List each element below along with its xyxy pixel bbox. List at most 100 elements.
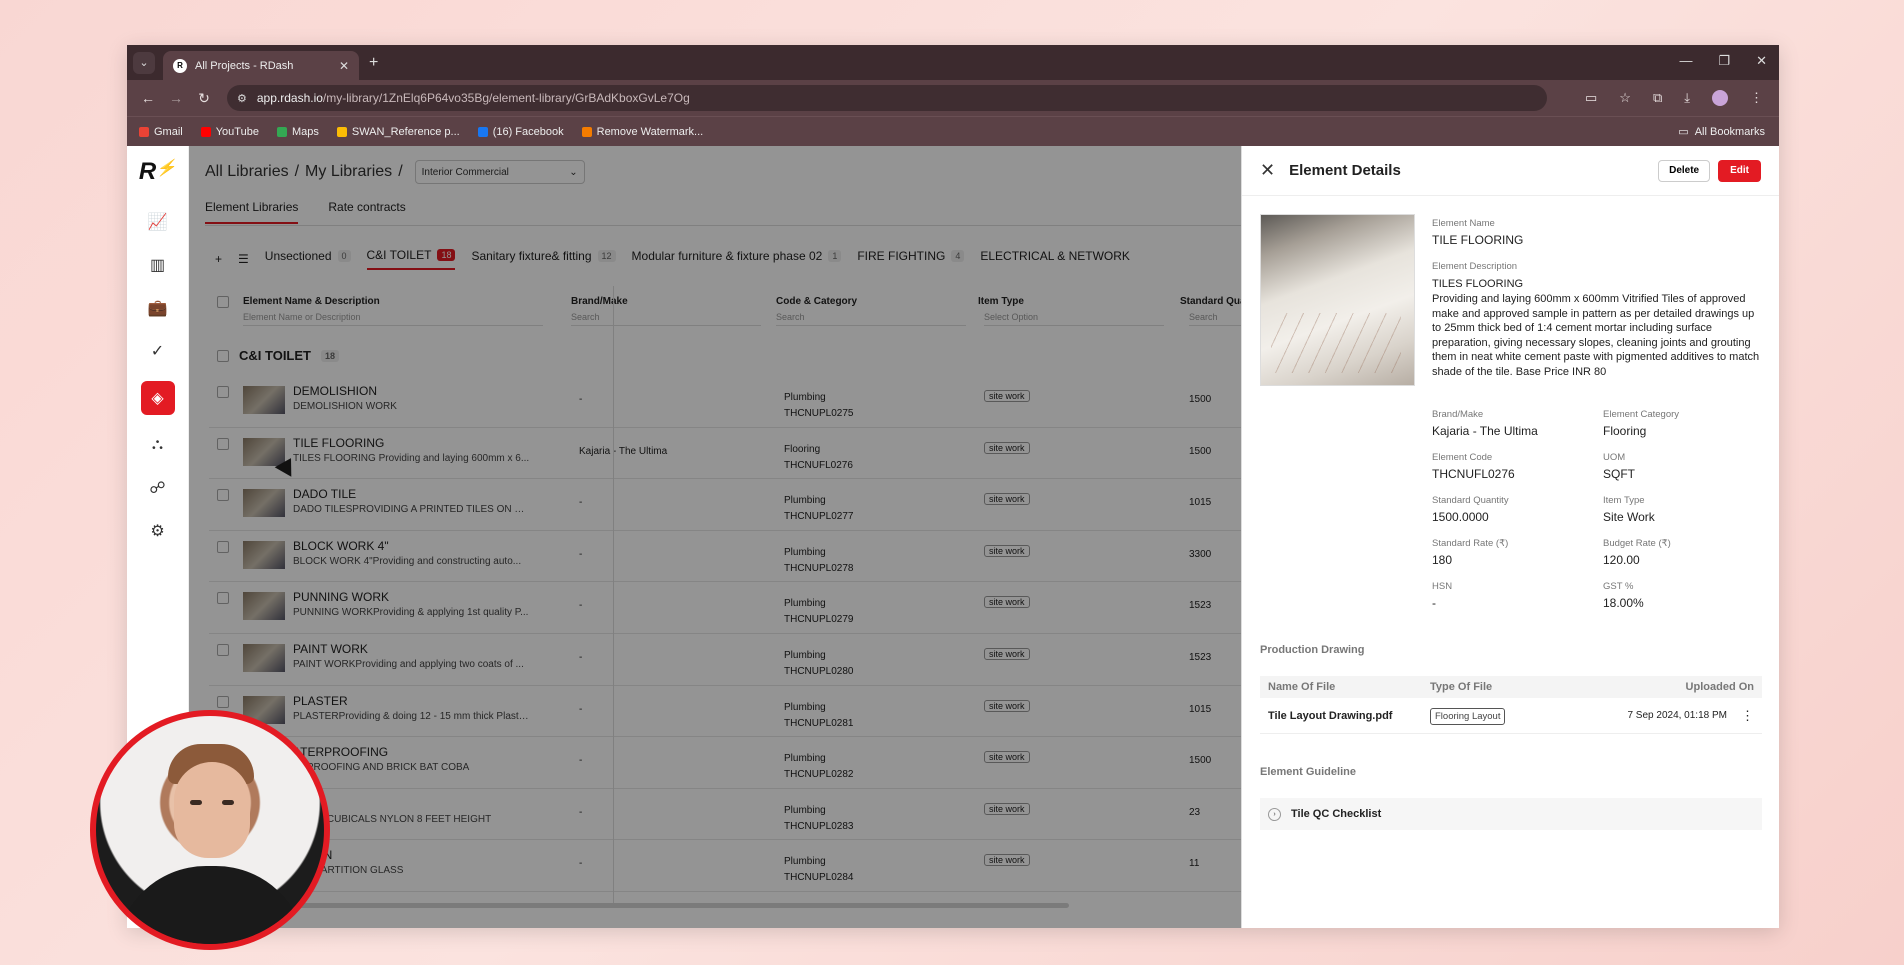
category-tab-modular-furniture[interactable]: Modular furniture & fixture phase 02 1 (632, 249, 842, 269)
breadcrumb-my-libraries[interactable]: My Libraries (305, 163, 392, 181)
profile-avatar[interactable] (1712, 90, 1728, 106)
row-description: TILES FLOORING Providing and laying 600m… (293, 452, 530, 464)
briefcase-icon[interactable]: 💼 (141, 295, 175, 321)
horizontal-scrollbar[interactable] (239, 903, 1069, 908)
row-item-type: site work (984, 596, 1030, 609)
row-checkbox[interactable] (217, 695, 229, 708)
edit-button[interactable]: Edit (1718, 159, 1761, 182)
tab-strip: ⌄ R All Projects - RDash ✕ + — ❐ ✕ (127, 45, 1779, 80)
category-tab-fire-fighting[interactable]: FIRE FIGHTING 4 (857, 249, 965, 269)
analytics-icon[interactable]: 📈 (141, 209, 175, 235)
category-tab-electrical[interactable]: ELECTRICAL & NETWORK (980, 249, 1130, 269)
board-icon[interactable]: ▥ (141, 252, 175, 278)
tab-close-icon[interactable]: ✕ (339, 59, 349, 73)
row-description: BLOCK WORK 4"Providing and constructing … (293, 555, 522, 567)
guideline-item[interactable]: › Tile QC Checklist (1260, 798, 1762, 830)
file-type-tag: Flooring Layout (1430, 707, 1506, 725)
search-brand-input[interactable]: Search (571, 312, 761, 326)
row-name[interactable]: TILE FLOORING (293, 436, 384, 450)
row-checkbox[interactable] (217, 592, 229, 605)
row-checkbox[interactable] (217, 386, 229, 398)
settings-gear-icon[interactable]: ⚙ (141, 518, 175, 544)
forward-icon[interactable]: → (165, 90, 187, 106)
drawing-file-name[interactable]: Tile Layout Drawing.pdf (1268, 710, 1430, 722)
field-budget-rate: Budget Rate (₹) 120.00 (1603, 538, 1671, 567)
row-name[interactable]: PUNNING WORK (293, 590, 389, 604)
more-options-icon[interactable]: ⋮ (1741, 708, 1754, 724)
site-info-icon[interactable]: ⚙ (237, 92, 247, 105)
library-select[interactable]: Interior Commercial ⌄ (414, 160, 585, 184)
new-tab-icon[interactable]: + (369, 54, 378, 72)
bookmark-star-icon[interactable]: ☆ (1619, 90, 1631, 106)
hierarchy-icon[interactable]: ⛬ (141, 432, 175, 458)
chevron-down-icon: ⌄ (569, 166, 578, 178)
row-name[interactable]: ATERPROOFING (293, 745, 388, 759)
row-name[interactable]: PAINT WORK (293, 642, 368, 656)
row-description: PUNNING WORKProviding & applying 1st qua… (293, 607, 529, 619)
window-close-icon[interactable]: ✕ (1756, 53, 1767, 69)
network-icon[interactable]: ☍ (141, 475, 175, 501)
browser-menu-icon[interactable]: ⋮ (1750, 90, 1763, 106)
bookmark-maps[interactable]: Maps (276, 126, 319, 138)
row-quantity: 3300 (1189, 548, 1212, 560)
tab-search-icon[interactable]: ⌄ (133, 51, 155, 74)
extensions-icon[interactable]: ⧉ (1653, 90, 1662, 106)
download-icon[interactable]: ⤓ (1684, 90, 1690, 106)
item-type-select[interactable]: Select Option (984, 312, 1164, 326)
search-name-input[interactable]: Element Name or Description (243, 312, 543, 326)
drawing-row[interactable]: Tile Layout Drawing.pdf Flooring Layout … (1260, 698, 1762, 734)
row-name[interactable]: DEMOLISHION (293, 384, 377, 398)
close-icon[interactable]: ✕ (1260, 160, 1275, 181)
group-checkbox[interactable] (217, 349, 229, 362)
tab-rate-contracts[interactable]: Rate contracts (328, 200, 405, 224)
row-quantity: 1500 (1189, 755, 1212, 767)
category-tab-sanitary[interactable]: Sanitary fixture& fitting 12 (471, 249, 616, 269)
row-category: Plumbing (784, 546, 826, 558)
list-menu-icon[interactable]: ☰ (238, 252, 249, 266)
header-code: Code & Category (776, 296, 858, 307)
reload-icon[interactable]: ↻ (193, 90, 215, 107)
field-uom: UOM SQFT (1603, 452, 1635, 481)
tab-element-libraries[interactable]: Element Libraries (205, 200, 299, 224)
bookmark-facebook[interactable]: (16) Facebook (477, 126, 564, 138)
group-row: C&I TOILET 18 (209, 348, 339, 363)
row-code-category: Plumbing THCNUPL0282 (784, 751, 853, 783)
bookmark-remove-watermark[interactable]: Remove Watermark... (581, 126, 703, 138)
row-description: PAINT WORKProviding and applying two coa… (293, 658, 524, 670)
delete-button[interactable]: Delete (1658, 159, 1711, 182)
back-icon[interactable]: ← (137, 90, 159, 106)
row-name[interactable]: PLASTER (293, 694, 348, 708)
bookmark-youtube[interactable]: YouTube (200, 126, 259, 138)
category-tab-ci-toilet[interactable]: C&I TOILET 18 (366, 248, 456, 270)
add-section-icon[interactable]: + (215, 252, 222, 266)
row-item-type: site work (984, 751, 1030, 764)
select-all-checkbox[interactable] (217, 296, 229, 308)
field-gst: GST % 18.00% (1603, 581, 1644, 610)
row-item-type: site work (984, 699, 1030, 712)
cast-icon[interactable]: ▭ (1585, 90, 1597, 106)
category-tab-unsectioned[interactable]: Unsectioned 0 (265, 249, 351, 269)
row-name[interactable]: BLOCK WORK 4" (293, 539, 389, 553)
browser-tab[interactable]: R All Projects - RDash ✕ (163, 51, 359, 80)
all-bookmarks[interactable]: ▭ All Bookmarks (1678, 125, 1765, 139)
check-circle-icon[interactable]: ✓ (141, 338, 175, 364)
breadcrumb-all-libraries[interactable]: All Libraries (205, 163, 289, 181)
restore-icon[interactable]: ❐ (1718, 53, 1730, 69)
bookmark-swan[interactable]: SWAN_Reference p... (336, 126, 460, 138)
row-thumbnail (243, 386, 285, 414)
row-name[interactable]: DADO TILE (293, 487, 356, 501)
row-checkbox[interactable] (217, 489, 229, 502)
minimize-icon[interactable]: — (1679, 53, 1692, 69)
row-checkbox[interactable] (217, 540, 229, 553)
search-qty-input[interactable]: Search (1189, 312, 1249, 326)
bookmark-gmail[interactable]: Gmail (139, 126, 183, 138)
row-code: THCNUPL0277 (784, 511, 854, 523)
field-standard-quantity: Standard Quantity 1500.0000 (1432, 495, 1509, 524)
row-checkbox[interactable] (217, 437, 229, 450)
layers-icon[interactable]: ◈ (140, 381, 175, 415)
maps-icon (276, 126, 287, 137)
search-code-input[interactable]: Search (776, 312, 966, 326)
uploaded-on: 7 Sep 2024, 01:18 PM (1627, 710, 1727, 721)
address-bar[interactable]: ⚙ app.rdash.io/my-library/1ZnElq6P64vo35… (227, 85, 1547, 111)
row-checkbox[interactable] (217, 643, 229, 656)
